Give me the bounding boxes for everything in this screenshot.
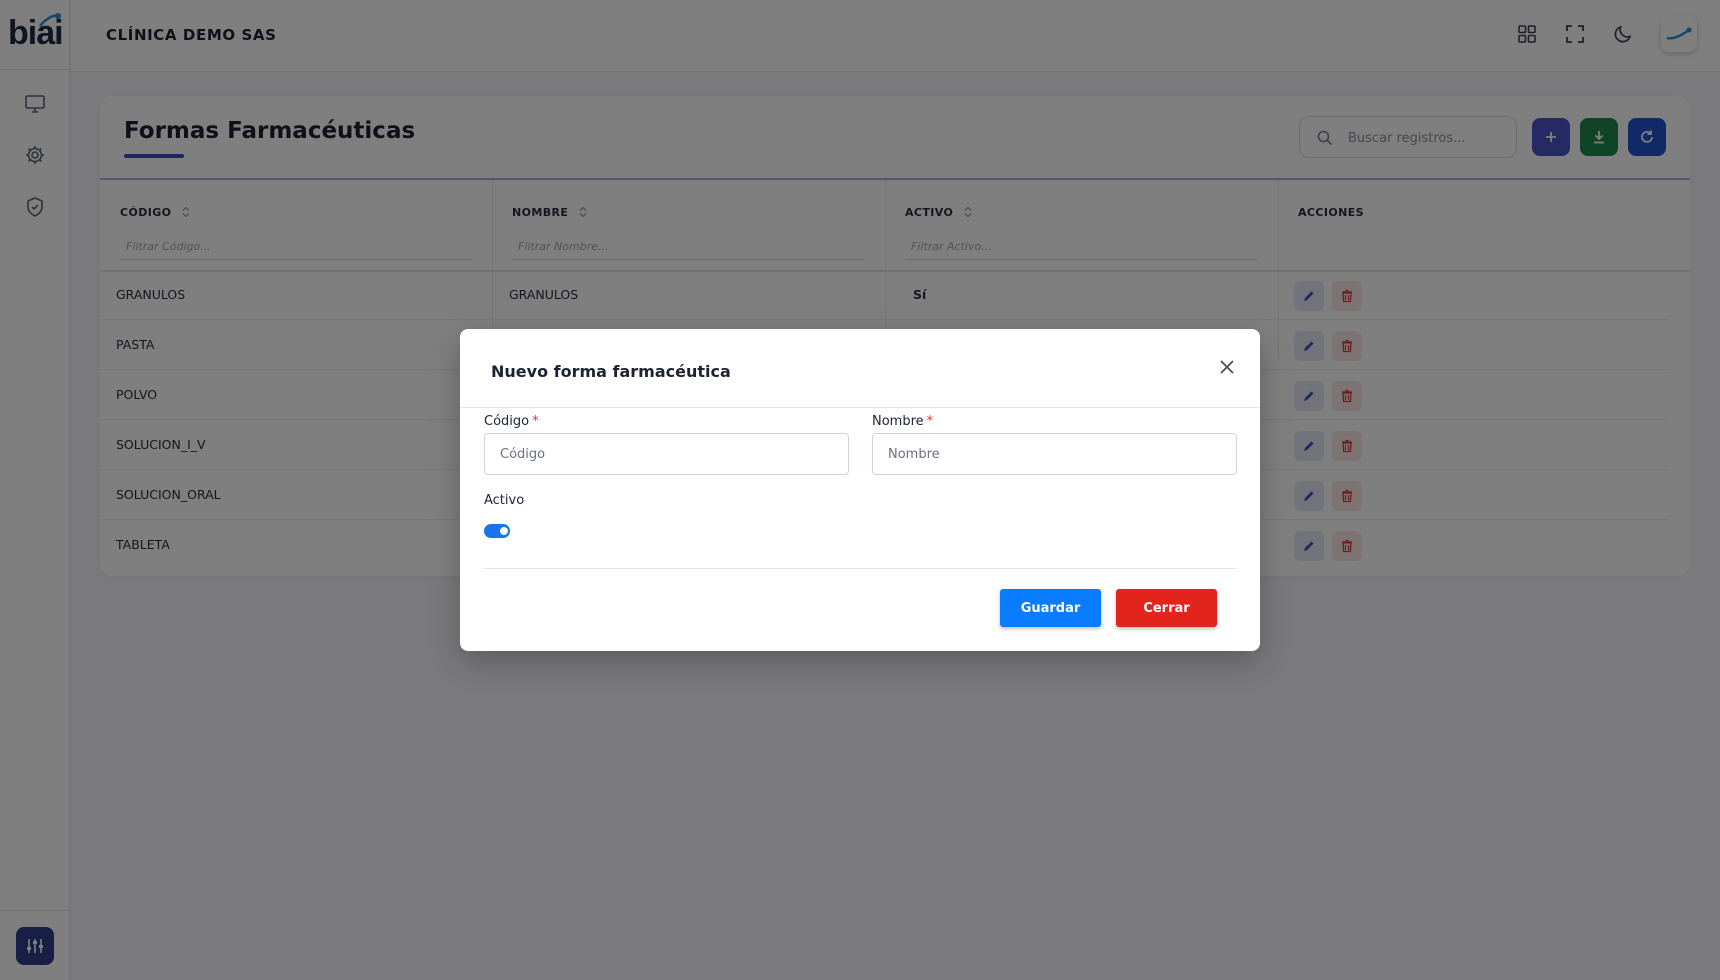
new-record-dialog: Nuevo forma farmacéutica Código* Nombre*… bbox=[460, 329, 1260, 651]
activo-label: Activo bbox=[484, 493, 525, 508]
toggle-knob bbox=[500, 527, 508, 535]
codigo-label-text: Código bbox=[484, 414, 530, 429]
activo-toggle[interactable] bbox=[484, 524, 510, 538]
codigo-input[interactable] bbox=[484, 433, 849, 475]
required-mark: * bbox=[926, 414, 934, 429]
modal-title: Nuevo forma farmacéutica bbox=[491, 362, 731, 381]
save-button[interactable]: Guardar bbox=[1000, 589, 1101, 627]
codigo-label: Código * bbox=[484, 414, 539, 429]
required-mark: * bbox=[532, 414, 539, 429]
nombre-input[interactable] bbox=[872, 433, 1237, 475]
nombre-label-text: Nombre bbox=[872, 414, 924, 429]
modal-footer-divider bbox=[484, 568, 1236, 569]
modal-header-divider bbox=[460, 407, 1260, 408]
close-icon[interactable] bbox=[1216, 356, 1238, 378]
cancel-button[interactable]: Cerrar bbox=[1116, 589, 1217, 627]
nombre-label: Nombre * bbox=[872, 414, 933, 429]
